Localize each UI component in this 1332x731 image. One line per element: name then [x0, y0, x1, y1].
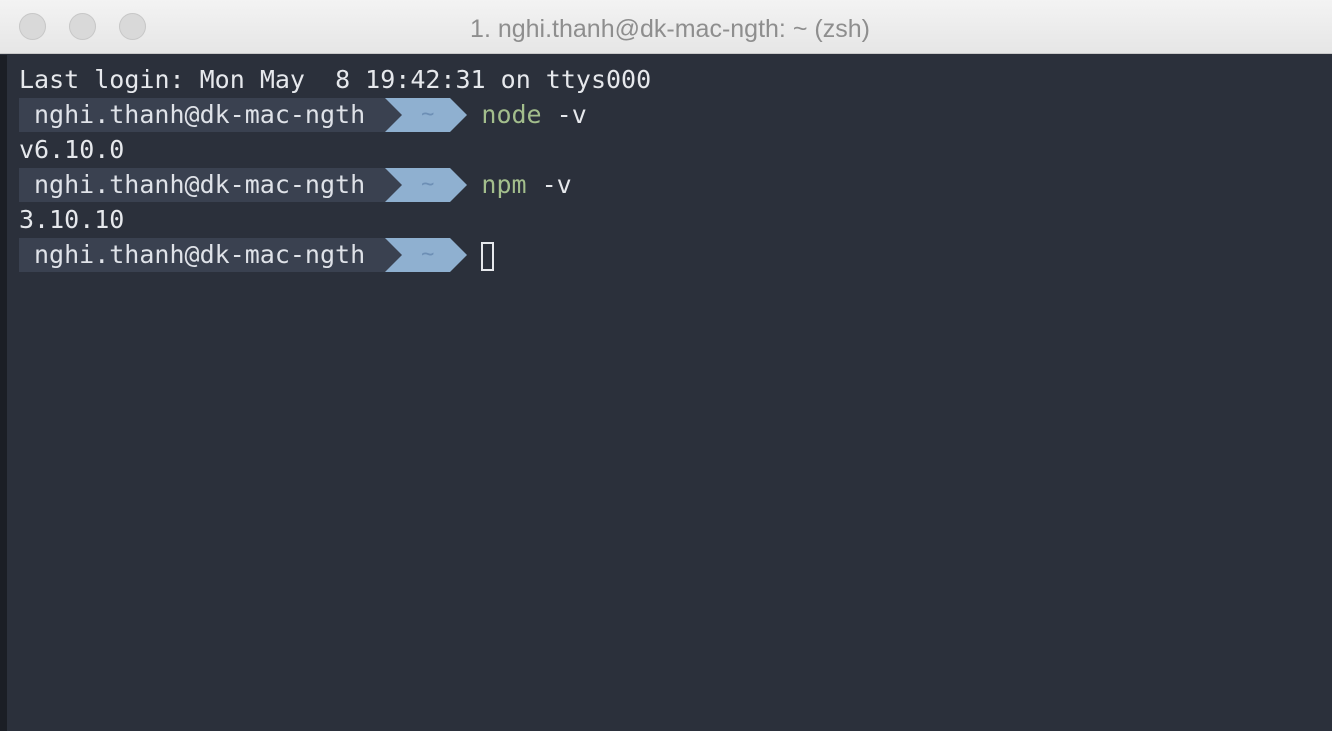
prompt-user-segment: nghi.thanh@dk-mac-ngth: [19, 168, 386, 202]
prompt-user-segment: nghi.thanh@dk-mac-ngth: [19, 238, 386, 272]
command-argument: -v: [526, 170, 572, 199]
command-name: node: [481, 100, 542, 129]
active-prompt-line[interactable]: nghi.thanh@dk-mac-ngth ~: [19, 238, 495, 272]
window-title: 1. nghi.thanh@dk-mac-ngth: ~ (zsh): [470, 15, 870, 43]
text-cursor[interactable]: [481, 241, 495, 271]
command-argument: -v: [541, 100, 587, 129]
prompt-arrow-icon: [450, 168, 468, 202]
prompt-directory-segment: ~: [385, 98, 451, 132]
terminal-content[interactable]: Last login: Mon May 8 19:42:31 on ttys00…: [0, 55, 1332, 731]
last-login-line: Last login: Mon May 8 19:42:31 on ttys00…: [19, 65, 652, 94]
prompt-arrow-icon: [450, 98, 468, 132]
prompt-user-segment: nghi.thanh@dk-mac-ngth: [19, 98, 386, 132]
title-bar[interactable]: 1. nghi.thanh@dk-mac-ngth: ~ (zsh): [0, 0, 1332, 54]
command-output: 3.10.10: [19, 205, 125, 234]
command-name: npm: [481, 170, 527, 199]
terminal-window: 1. nghi.thanh@dk-mac-ngth: ~ (zsh) Last …: [0, 0, 1332, 731]
prompt-directory-segment: ~: [385, 238, 451, 272]
prompt-line: nghi.thanh@dk-mac-ngth ~ npm -v: [19, 168, 572, 202]
prompt-directory-segment: ~: [385, 168, 451, 202]
command-output: v6.10.0: [19, 135, 125, 164]
prompt-arrow-icon: [450, 238, 468, 272]
prompt-line: nghi.thanh@dk-mac-ngth ~ node -v: [19, 98, 587, 132]
